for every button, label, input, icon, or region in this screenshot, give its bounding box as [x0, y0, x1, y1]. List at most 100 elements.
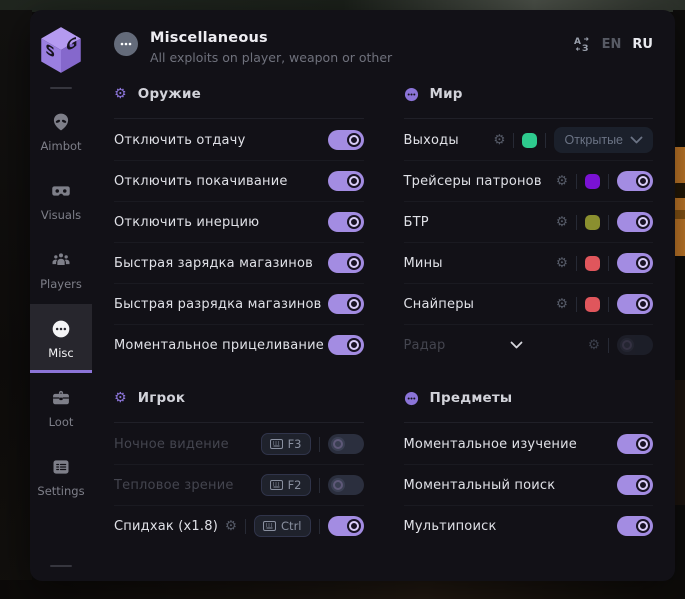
gear-icon[interactable]: ⚙ — [556, 297, 568, 311]
toggle-switch[interactable] — [617, 253, 653, 273]
expand-chevron-icon[interactable] — [446, 341, 588, 349]
language-switcher: A З EN RU — [574, 30, 653, 53]
section-title: Оружие — [138, 86, 201, 102]
color-swatch[interactable] — [585, 256, 600, 271]
toggle-switch[interactable] — [328, 171, 364, 191]
keybind-badge[interactable]: F3 — [261, 433, 311, 455]
feature-label: Спидхак (x1.8) — [114, 519, 218, 534]
group-icon — [51, 250, 71, 270]
feature-row: Отключить покачивание — [114, 160, 364, 201]
toggle-switch[interactable] — [328, 475, 364, 495]
keybind-label: F2 — [288, 478, 302, 492]
control-separator — [319, 437, 320, 452]
sidebar-item-visuals[interactable]: Visuals — [30, 166, 92, 235]
color-swatch[interactable] — [585, 297, 600, 312]
toggle-switch[interactable] — [328, 253, 364, 273]
section-divider — [114, 118, 364, 119]
control-separator — [608, 338, 609, 353]
gear-icon[interactable]: ⚙ — [556, 215, 568, 229]
section-divider — [404, 422, 654, 423]
alien-icon — [51, 112, 71, 132]
section-title: Мир — [430, 86, 463, 102]
control-separator — [576, 174, 577, 189]
orb-icon — [404, 391, 419, 406]
keyboard-icon — [270, 439, 283, 449]
page-subtitle: All exploits on player, weapon or other — [150, 50, 392, 65]
keybind-badge[interactable]: Ctrl — [254, 515, 310, 537]
svg-text:З: З — [582, 44, 588, 53]
feature-label: Быстрая разрядка магазинов — [114, 297, 321, 312]
main-area: Miscellaneous All exploits on player, we… — [92, 10, 675, 581]
control-separator — [245, 519, 246, 534]
orb-icon — [404, 87, 419, 102]
control-separator — [576, 297, 577, 312]
feature-label: Трейсеры патронов — [404, 174, 542, 189]
section-header: ⚙Оружие — [114, 81, 364, 107]
keybind-label: F3 — [288, 437, 302, 451]
section-title: Игрок — [138, 390, 185, 406]
toggle-knob — [347, 215, 361, 229]
gear-icon[interactable]: ⚙ — [556, 256, 568, 270]
feature-label: Моментальное изучение — [404, 437, 577, 452]
keybind-badge[interactable]: F2 — [261, 474, 311, 496]
sidebar-item-players[interactable]: Players — [30, 235, 92, 304]
gear-icon[interactable]: ⚙ — [588, 338, 600, 352]
control-separator — [319, 478, 320, 493]
dropdown-select[interactable]: Открытые — [554, 127, 653, 153]
row-controls: ⚙ — [588, 335, 653, 355]
sidebar-item-misc[interactable]: Misc — [30, 304, 92, 373]
feature-label: Отключить инерцию — [114, 215, 259, 230]
toggle-knob — [620, 338, 634, 352]
color-swatch[interactable] — [522, 133, 537, 148]
toggle-switch[interactable] — [617, 475, 653, 495]
toggle-switch[interactable] — [617, 434, 653, 454]
toggle-switch[interactable] — [617, 516, 653, 536]
row-controls — [328, 294, 364, 314]
feature-row: Быстрая зарядка магазинов — [114, 242, 364, 283]
toggle-switch[interactable] — [328, 434, 364, 454]
sidebar-nav: AimbotVisuals Players Misc LootSettings — [30, 97, 92, 511]
vr-goggles-icon — [51, 181, 71, 201]
feature-label: Отключить покачивание — [114, 174, 288, 189]
translate-icon: A З — [574, 36, 591, 53]
feature-label: Радар — [404, 338, 446, 353]
toggle-switch[interactable] — [617, 335, 653, 355]
feature-row: Ночное видениеF3 — [114, 424, 364, 464]
row-controls — [328, 335, 364, 355]
toggle-switch[interactable] — [328, 335, 364, 355]
sidebar-bottom-divider — [50, 565, 72, 567]
section-world: МирВыходы⚙ОткрытыеТрейсеры патронов⚙БТР⚙… — [404, 81, 654, 365]
toggle-switch[interactable] — [328, 294, 364, 314]
row-controls: ⚙ — [556, 253, 653, 273]
page-header: Miscellaneous All exploits on player, we… — [92, 10, 675, 71]
sidebar-item-aimbot[interactable]: Aimbot — [30, 97, 92, 166]
toggle-switch[interactable] — [617, 294, 653, 314]
toggle-switch[interactable] — [328, 130, 364, 150]
color-swatch[interactable] — [585, 215, 600, 230]
lang-option-en[interactable]: EN — [602, 37, 622, 52]
feature-label: Снайперы — [404, 297, 475, 312]
color-swatch[interactable] — [585, 174, 600, 189]
feature-row: Тепловое зрениеF2 — [114, 464, 364, 505]
toggle-switch[interactable] — [617, 212, 653, 232]
gear-icon[interactable]: ⚙ — [493, 133, 505, 147]
backdrop-left-strip — [0, 10, 32, 599]
control-separator — [319, 519, 320, 534]
gear-icon[interactable]: ⚙ — [556, 174, 568, 188]
sidebar-item-label: Misc — [48, 346, 73, 360]
gear-icon[interactable]: ⚙ — [225, 519, 237, 533]
feature-row: Моментальное прицеливание — [114, 324, 364, 365]
feature-label: Мультипоиск — [404, 519, 497, 534]
backdrop-bottom-strip — [0, 580, 685, 599]
row-controls — [328, 212, 364, 232]
sidebar-item-settings[interactable]: Settings — [30, 442, 92, 511]
sidebar-item-label: Players — [40, 277, 82, 291]
toggle-knob — [347, 519, 361, 533]
toggle-switch[interactable] — [328, 516, 364, 536]
lang-option-ru[interactable]: RU — [632, 37, 653, 52]
sidebar-item-loot[interactable]: Loot — [30, 373, 92, 442]
toggle-switch[interactable] — [328, 212, 364, 232]
toggle-switch[interactable] — [617, 171, 653, 191]
sidebar-divider — [50, 87, 72, 89]
feature-row: Радар ⚙ — [404, 324, 654, 365]
